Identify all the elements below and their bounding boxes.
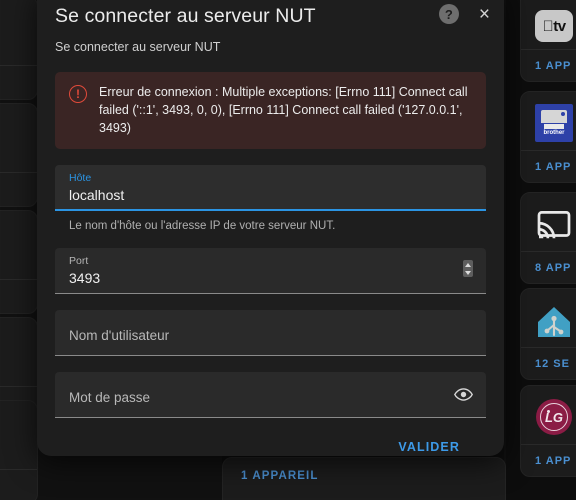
host-helper-text: Le nom d'hôte ou l'adresse IP de votre s… [69, 220, 336, 233]
dialog-actions: VALIDER [55, 418, 486, 456]
help-icon[interactable]: ? [438, 4, 459, 24]
google-cast-icon [535, 207, 573, 245]
integration-card-footer [0, 172, 37, 206]
integration-card-footer [0, 279, 37, 313]
tile-footer: 1 APP [521, 49, 576, 81]
port-input[interactable]: 3493 [69, 268, 472, 288]
error-message: Erreur de connexion : Multiple exception… [99, 85, 468, 136]
integration-card-bottom[interactable]: 1 APPAREIL [222, 457, 506, 500]
integration-card-footer [0, 469, 37, 500]
tile-footer: 8 APP [521, 251, 576, 283]
integration-card[interactable]: iBeacon Tracker [0, 400, 38, 500]
integrations-right-column: tv 1 APP brother 1 APP [506, 0, 576, 500]
port-stepper[interactable] [463, 260, 473, 278]
integration-tile-apple-tv[interactable]: tv 1 APP [520, 0, 576, 82]
password-input[interactable]: Mot de passe [69, 390, 150, 405]
close-icon[interactable]: × [479, 5, 490, 24]
integration-tile-brother[interactable]: brother 1 APP [520, 91, 576, 183]
host-label: Hôte [69, 172, 92, 185]
tile-footer: 12 SE [521, 347, 576, 379]
show-password-icon[interactable] [454, 385, 473, 404]
integration-card[interactable]: Notification [0, 103, 38, 207]
dialog-header: Se connecter au serveur NUT ? × [37, 0, 504, 42]
host-input[interactable]: localhost [69, 185, 472, 205]
lg-icon: LG [535, 398, 573, 436]
integration-tile-google-cast[interactable]: 8 APP [520, 192, 576, 284]
error-icon: ! [69, 85, 87, 103]
username-field[interactable]: Nom d'utilisateur [55, 310, 486, 357]
tile-footer: 1 APP [521, 150, 576, 182]
port-label: Port [69, 255, 89, 268]
integration-card-footer: 1 APPAREIL [241, 470, 319, 482]
screen: AdGuard Home Notification Aqara Home One… [0, 0, 576, 500]
submit-button[interactable]: VALIDER [394, 434, 464, 456]
integration-card[interactable]: AdGuard Home [0, 0, 38, 100]
brother-printer-icon: brother [535, 104, 573, 142]
error-banner: ! Erreur de connexion : Multiple excepti… [55, 72, 486, 150]
apple-tv-icon: tv [535, 7, 573, 45]
integration-card-footer [0, 65, 37, 99]
username-input[interactable]: Nom d'utilisateur [69, 328, 169, 343]
host-field[interactable]: Hôte localhost [55, 165, 486, 212]
port-field[interactable]: Port 3493 [55, 248, 486, 295]
integration-tile-lg[interactable]: LG 1 APP [520, 385, 576, 477]
integration-card[interactable]: Aqara Home One [0, 210, 38, 314]
password-field[interactable]: Mot de passe [55, 372, 486, 419]
integration-tile-home-assistant[interactable]: 12 SE [520, 288, 576, 380]
dialog-title: Se connecter au serveur NUT [55, 4, 316, 27]
dialog-subtitle: Se connecter au serveur NUT [55, 40, 221, 54]
dialog-body: ! Erreur de connexion : Multiple excepti… [37, 54, 504, 456]
home-assistant-icon [535, 303, 573, 341]
nut-connect-dialog: Se connecter au serveur NUT ? × Se conne… [37, 0, 504, 456]
tile-footer: 1 APP [521, 444, 576, 476]
dialog-header-actions: ? × [438, 4, 490, 24]
